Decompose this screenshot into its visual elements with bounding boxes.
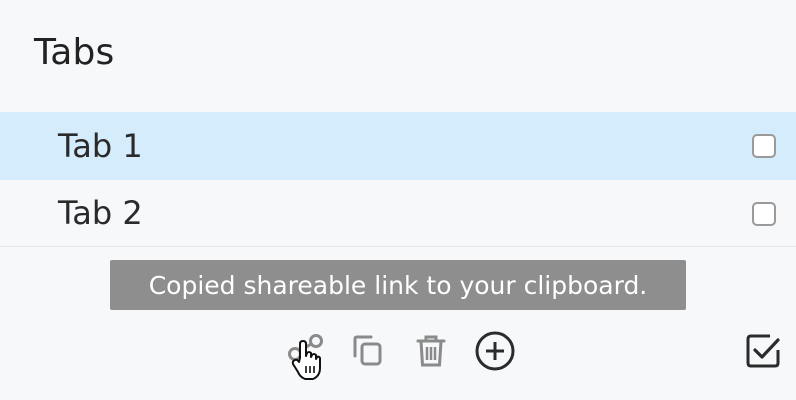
tab-checkbox[interactable] <box>752 134 776 158</box>
copied-toast: Copied shareable link to your clipboard. <box>110 260 686 310</box>
trash-icon <box>411 330 451 372</box>
tab-label: Tab 1 <box>58 126 143 165</box>
panel-title: Tabs <box>34 32 115 73</box>
delete-button[interactable] <box>408 326 454 376</box>
tab-row-2[interactable]: Tab 2 <box>0 180 796 247</box>
duplicate-button[interactable] <box>344 326 390 376</box>
share-button[interactable] <box>282 326 328 376</box>
select-all-button[interactable] <box>740 326 786 376</box>
tab-row-1[interactable]: Tab 1 <box>0 112 796 180</box>
tab-list: Tab 1 Tab 2 <box>0 112 796 247</box>
add-circle-icon <box>473 329 517 373</box>
select-all-icon <box>740 328 786 374</box>
add-tab-button[interactable] <box>472 326 518 376</box>
tab-label: Tab 2 <box>58 194 143 232</box>
tabs-toolbar <box>0 326 796 382</box>
share-icon <box>285 330 325 372</box>
tabs-panel: Tabs Tab 1 Tab 2 Copied shareable link t… <box>0 0 796 400</box>
duplicate-icon <box>347 330 387 372</box>
tab-checkbox[interactable] <box>752 202 776 226</box>
